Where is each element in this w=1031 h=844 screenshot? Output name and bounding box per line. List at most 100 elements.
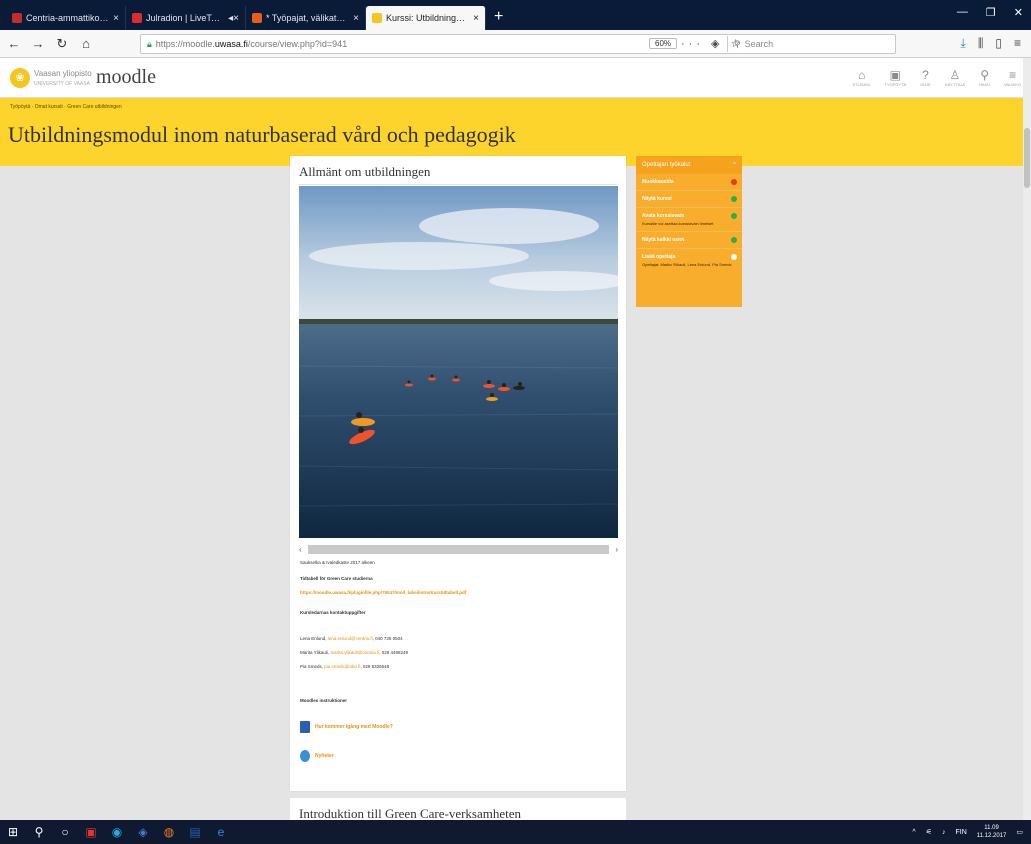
contact-name: Pia Smeds, [300, 664, 325, 669]
forward-arrow-icon[interactable]: → [28, 36, 48, 51]
status-dot-icon [731, 254, 737, 260]
close-tab-icon[interactable]: ◂× [228, 13, 239, 24]
chevron-up-icon[interactable]: ^ [733, 162, 736, 168]
course-section-general: Allmänt om utbildningen ‹ › Saukselka & … [290, 156, 626, 791]
julradion-favicon-icon [132, 13, 142, 23]
status-dot-icon [731, 213, 737, 219]
menu-icon[interactable]: ≡ [1014, 36, 1021, 51]
tool-show-all-sections[interactable]: Näytä kaikki osiot [636, 232, 742, 249]
minimize-icon[interactable]: — [957, 6, 968, 19]
help-icon: ? [922, 68, 929, 82]
edge-icon[interactable]: e [208, 825, 234, 839]
close-tab-icon[interactable]: × [113, 13, 119, 24]
contact-phone: , 029 4498249 [379, 650, 409, 655]
page-vertical-scrollbar[interactable] [1023, 58, 1031, 820]
home-icon[interactable]: ⌂ [76, 36, 96, 51]
tab-julradion[interactable]: Julradion | LiveTaajuus.fi ◂× [126, 6, 246, 30]
search-input[interactable]: ⚲ Search [727, 36, 897, 52]
network-icon[interactable]: ⚟ [926, 828, 932, 836]
people-app-icon[interactable]: ◈ [130, 825, 156, 839]
notifications-icon[interactable]: ▭ [1016, 828, 1023, 836]
university-logo-icon[interactable]: ❀ [10, 68, 30, 88]
getting-started-link[interactable]: Hur kommer igång med Moodle? [300, 721, 393, 733]
browser-nav-bar: ← → ↻ ⌂ 🔒︎ https://moodle. uwasa.fi/cours… [0, 30, 1031, 58]
teacher-tools-block: Opettajan työkalut ^ Muokkaustila Näytä … [636, 156, 742, 307]
tool-add-teacher[interactable]: Lisää opettaja Opettajat: Marita Ylikaul… [636, 249, 742, 272]
tray-chevron-up-icon[interactable]: ^ [912, 829, 915, 836]
library-icon[interactable]: ⫼ [978, 36, 984, 51]
header-icon-label: Valikko [1004, 82, 1021, 87]
tool-enrolment-key[interactable]: Avata kurssiavain Kurssille voi asettaa … [636, 208, 742, 232]
tab-workshops[interactable]: * Työpajat, välikatselmukset ja × [246, 6, 366, 30]
tool-label: Avata kurssiavain [642, 213, 685, 219]
university-subtitle: UNIVERSITY OF VAASA [34, 81, 90, 87]
contacts-heading: Kursledarnas kontaktuppgifter [300, 610, 366, 615]
sidebar-icon[interactable]: ▯ [995, 36, 1002, 51]
clock[interactable]: 11.09 11.12.2017 [977, 824, 1007, 840]
tab-title: * Työpajat, välikatselmukset ja [266, 13, 349, 23]
volume-icon[interactable]: ♪ [942, 829, 946, 836]
scrollbar-thumb[interactable] [1024, 128, 1030, 188]
windows-start-icon[interactable]: ⊞ [0, 825, 26, 839]
news-link-text: Nyheter [315, 753, 334, 759]
close-tab-icon[interactable]: × [473, 13, 479, 24]
page-title: Utbildningsmodul inom naturbaserad vård … [8, 122, 516, 147]
schedule-link[interactable]: https://moodle.uwasa.fi/pluginfile.php/7… [300, 590, 466, 595]
reload-icon[interactable]: ↻ [52, 36, 72, 52]
word-document-icon [300, 721, 310, 733]
image-horizontal-scrollbar[interactable]: ‹ › [299, 544, 618, 554]
zoom-indicator[interactable]: 60% [649, 38, 678, 49]
tab-centria[interactable]: Centria-ammattikorkeakoulu × [6, 6, 126, 30]
word-app-icon[interactable]: ▤ [182, 825, 208, 839]
header-icon-label: Ohje [920, 82, 931, 87]
news-forum-link[interactable]: Nyheter [300, 750, 334, 762]
tab-title: Kurssi: Utbildningsmodul inom [386, 13, 469, 23]
download-icon[interactable]: ⤓ [961, 36, 966, 51]
task-view-icon[interactable]: ○ [52, 825, 78, 839]
breadcrumb[interactable]: Työpöytä · Omat kurssit · Green Care utb… [10, 104, 122, 110]
back-arrow-icon[interactable]: ← [4, 36, 24, 51]
tool-label: Näytä kurssi [642, 196, 672, 202]
contact-row: Pia Smeds, pia.smeds@abo.fi, 029 5326548 [300, 664, 389, 669]
schedule-heading: Tidtabell för Green Care studierna [300, 576, 373, 581]
moodle-brand[interactable]: moodle [96, 66, 156, 89]
contact-email-link[interactable]: marita.ylikauli@centria.fi [330, 650, 379, 655]
home-icon: ⌂ [858, 68, 866, 82]
contact-name: Lena Enlund, [300, 636, 328, 641]
maximize-icon[interactable]: ❐ [986, 6, 996, 19]
status-dot-icon [731, 179, 737, 185]
header-dashboard-button[interactable]: ▣ Työpöytä [884, 68, 906, 87]
scroll-right-arrow-icon[interactable]: › [615, 545, 618, 554]
search-icon[interactable]: ⚲ [26, 825, 52, 839]
url-prefix: https://moodle. [155, 39, 215, 49]
university-name[interactable]: Vaasan yliopisto UNIVERSITY OF VAASA [34, 69, 92, 89]
header-search-button[interactable]: ⚲ Haku [979, 68, 990, 87]
header-help-button[interactable]: ? Ohje [920, 68, 931, 87]
close-window-icon[interactable]: ✕ [1014, 6, 1023, 19]
status-dot-icon [731, 196, 737, 202]
firefox-icon[interactable]: ◍ [156, 825, 182, 839]
tool-edit-mode[interactable]: Muokkaustila [636, 174, 742, 191]
header-home-button[interactable]: ⌂ Etusivu [853, 68, 870, 87]
tool-show-course[interactable]: Näytä kurssi [636, 191, 742, 208]
close-tab-icon[interactable]: × [353, 13, 359, 24]
header-icon-label: Käyttäjä [944, 82, 966, 87]
instructions-heading: Moodles instruktioner [300, 698, 348, 703]
teacher-tools-header[interactable]: Opettajan työkalut ^ [636, 156, 742, 174]
skype-icon[interactable]: ◉ [104, 825, 130, 839]
pdf-app-icon[interactable]: ▣ [78, 825, 104, 839]
scroll-left-arrow-icon[interactable]: ‹ [299, 545, 302, 554]
contact-email-link[interactable]: lena.enlund@centria.fi [328, 636, 373, 641]
scrollbar-track[interactable] [307, 544, 610, 554]
moodle-header: ❀ Vaasan yliopisto UNIVERSITY OF VAASA m… [0, 58, 1031, 98]
language-indicator[interactable]: FIN [956, 829, 967, 836]
contact-row: Lena Enlund, lena.enlund@centria.fi, 040… [300, 636, 403, 641]
header-user-button[interactable]: ♙ Käyttäjä [945, 68, 965, 87]
new-tab-button[interactable]: + [486, 8, 511, 30]
header-menu-button[interactable]: ≡ Valikko [1004, 68, 1021, 87]
tab-moodle-course[interactable]: Kurssi: Utbildningsmodul inom × [366, 6, 486, 30]
address-bar[interactable]: 🔒︎ https://moodle. uwasa.fi/course/view.p… [140, 34, 896, 54]
contact-email-link[interactable]: pia.smeds@abo.fi [324, 664, 360, 669]
search-placeholder: Search [744, 39, 774, 49]
system-tray: ^ ⚟ ♪ FIN 11.09 11.12.2017 ▭ [912, 824, 1023, 840]
